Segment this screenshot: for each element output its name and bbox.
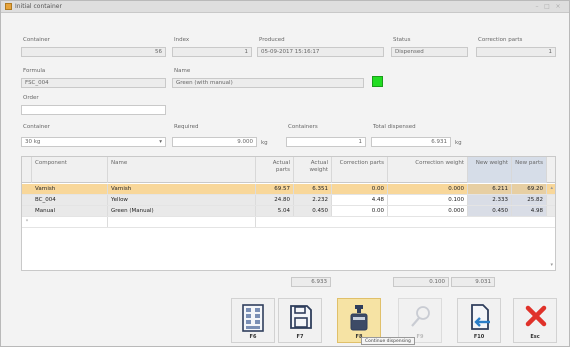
cell-actual-weight: 2.232 bbox=[294, 195, 332, 205]
containers-value: 1 bbox=[358, 139, 363, 145]
scroll-down-icon[interactable]: ▾ bbox=[550, 262, 553, 268]
cell-new-parts: 25.82 bbox=[512, 195, 547, 205]
col-header-correction-weight[interactable]: Correction weight bbox=[388, 157, 468, 183]
formula-field[interactable]: FSC_004 bbox=[21, 78, 166, 88]
containers-field[interactable]: 1 bbox=[286, 137, 366, 147]
total-dispensed-unit: kg bbox=[455, 140, 462, 146]
search-icon bbox=[411, 306, 430, 327]
components-grid[interactable]: Component Name Actual parts Actual weigh… bbox=[21, 156, 556, 271]
document-return-icon bbox=[471, 304, 490, 330]
col-header-new-parts[interactable]: New parts bbox=[512, 157, 547, 183]
cell-component: BC_004 bbox=[32, 195, 108, 205]
close-icon[interactable]: × bbox=[554, 3, 562, 10]
cell-correction-parts[interactable]: 0.00 bbox=[332, 184, 388, 194]
formula-label: Formula bbox=[23, 68, 46, 74]
app-icon bbox=[5, 3, 12, 10]
col-header-new-weight[interactable]: New weight bbox=[468, 157, 512, 183]
initial-container-window: Initial container – □ × Container 56 Ind… bbox=[0, 0, 570, 347]
new-table-row[interactable]: * bbox=[22, 217, 555, 228]
f10-button[interactable]: F10 bbox=[457, 298, 501, 343]
grid-icon bbox=[242, 304, 264, 332]
cell-new-weight: 2.333 bbox=[468, 195, 512, 205]
col-header-correction-parts[interactable]: Correction parts bbox=[332, 157, 388, 183]
f6-button[interactable]: F6 bbox=[231, 298, 275, 343]
close-x-icon bbox=[525, 305, 547, 327]
name-label: Name bbox=[174, 68, 191, 74]
new-row-icon: * bbox=[25, 219, 29, 225]
produced-field[interactable]: 05-09-2017 15:16:17 bbox=[257, 47, 384, 57]
cell-actual-parts: 24.80 bbox=[256, 195, 294, 205]
cell-correction-parts[interactable]: 4.48 bbox=[332, 195, 388, 205]
cell-component: Manual bbox=[32, 206, 108, 216]
index-field[interactable]: 1 bbox=[172, 47, 252, 57]
cell-actual-parts: 5.04 bbox=[256, 206, 294, 216]
total-dispensed-label: Total dispensed bbox=[373, 124, 416, 130]
f7-button[interactable]: F7 bbox=[278, 298, 322, 343]
chevron-down-icon: ▾ bbox=[159, 139, 162, 145]
container-select[interactable]: 30 kg ▾ bbox=[21, 137, 166, 147]
cell-correction-weight[interactable]: 0.100 bbox=[388, 195, 468, 205]
col-header-actual-parts[interactable]: Actual parts bbox=[256, 157, 294, 183]
total-new-weight: 9.031 bbox=[451, 277, 495, 287]
title-bar: Initial container – □ × bbox=[1, 1, 569, 13]
cell-new-parts: 4.98 bbox=[512, 206, 547, 216]
minimize-icon[interactable]: – bbox=[533, 3, 541, 10]
color-swatch bbox=[372, 76, 383, 87]
row-pointer-icon bbox=[22, 184, 32, 194]
status-field[interactable]: Dispensed bbox=[391, 47, 468, 57]
col-header-name[interactable]: Name bbox=[108, 157, 256, 183]
window-title: Initial container bbox=[15, 3, 62, 10]
cell-new-weight: 0.450 bbox=[468, 206, 512, 216]
row-indicator-header bbox=[22, 157, 32, 183]
container-field[interactable]: 56 bbox=[21, 47, 166, 57]
cell-name: Varnish bbox=[108, 184, 256, 194]
order-field[interactable] bbox=[21, 105, 166, 115]
cell-correction-weight[interactable]: 0.000 bbox=[388, 206, 468, 216]
esc-label: Esc bbox=[530, 334, 540, 340]
status-label: Status bbox=[393, 37, 411, 43]
cell-component: Varnish bbox=[32, 184, 108, 194]
table-row[interactable]: Varnish Varnish 69.57 6.351 0.00 0.000 6… bbox=[22, 184, 555, 195]
container-label: Container bbox=[23, 37, 50, 43]
order-label: Order bbox=[23, 95, 39, 101]
cell-correction-weight[interactable]: 0.000 bbox=[388, 184, 468, 194]
cell-actual-weight: 0.450 bbox=[294, 206, 332, 216]
container-select-value: 30 kg bbox=[25, 139, 41, 145]
cell-name: Yellow bbox=[108, 195, 256, 205]
cell-actual-weight: 6.351 bbox=[294, 184, 332, 194]
containers-label: Containers bbox=[288, 124, 318, 130]
required-unit: kg bbox=[261, 140, 268, 146]
grid-header: Component Name Actual parts Actual weigh… bbox=[22, 157, 555, 183]
f7-label: F7 bbox=[296, 334, 304, 340]
name-field[interactable]: Green (with manual) bbox=[172, 78, 364, 88]
cell-new-weight: 6.211 bbox=[468, 184, 512, 194]
f8-tooltip: Continue dispensing bbox=[361, 337, 415, 345]
save-icon bbox=[290, 305, 312, 329]
required-label: Required bbox=[174, 124, 199, 130]
cell-name: Green (Manual) bbox=[108, 206, 256, 216]
table-row[interactable]: BC_004 Yellow 24.80 2.232 4.48 0.100 2.3… bbox=[22, 195, 555, 206]
cell-actual-parts: 69.57 bbox=[256, 184, 294, 194]
f6-label: F6 bbox=[249, 334, 257, 340]
col-header-component[interactable]: Component bbox=[32, 157, 108, 183]
container-select-label: Container bbox=[23, 124, 50, 130]
cell-correction-parts[interactable]: 0.00 bbox=[332, 206, 388, 216]
f10-label: F10 bbox=[473, 334, 485, 340]
total-actual-weight: 6.933 bbox=[291, 277, 331, 287]
required-field[interactable]: 9.000 bbox=[172, 137, 257, 147]
produced-label: Produced bbox=[259, 37, 285, 43]
col-header-actual-weight[interactable]: Actual weight bbox=[294, 157, 332, 183]
correction-parts-label: Correction parts bbox=[478, 37, 523, 43]
scroll-up-icon[interactable]: ▴ bbox=[550, 185, 553, 191]
paint-can-icon bbox=[350, 305, 368, 331]
esc-button[interactable]: Esc bbox=[513, 298, 557, 343]
total-correction-weight: 0.100 bbox=[393, 277, 449, 287]
cell-new-parts: 69.20 bbox=[512, 184, 547, 194]
table-row[interactable]: Manual Green (Manual) 5.04 0.450 0.00 0.… bbox=[22, 206, 555, 217]
index-label: Index bbox=[174, 37, 190, 43]
total-dispensed-field[interactable]: 6.931 bbox=[371, 137, 451, 147]
correction-parts-field[interactable]: 1 bbox=[476, 47, 556, 57]
maximize-icon[interactable]: □ bbox=[543, 3, 551, 10]
